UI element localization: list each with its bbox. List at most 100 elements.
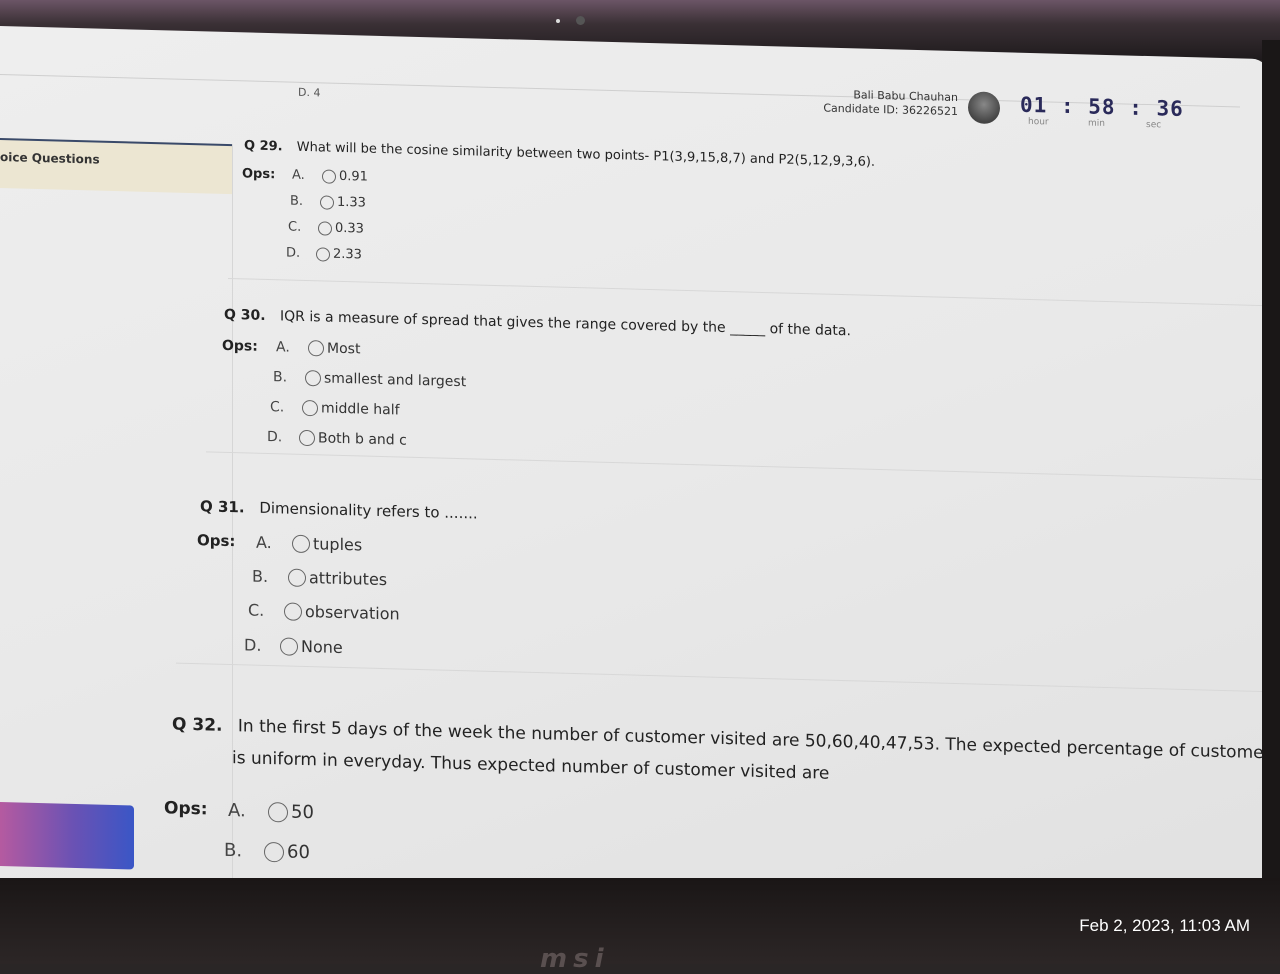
option-letter: B. [290,193,304,209]
question-text: What will be the cosine similarity betwe… [296,139,876,170]
radio-button[interactable] [308,340,324,357]
option-text: 0.91 [339,168,368,185]
option-a[interactable]: A. 0.91 [292,168,368,185]
candidate-avatar [968,91,1000,125]
ops-row: Ops: [197,531,235,550]
option-c[interactable]: C. 0.33 [288,220,364,237]
ops-row: Ops: [164,798,208,819]
question-31: Q 31. Dimensionality refers to ....... [200,497,478,522]
sec-label: sec [1146,120,1162,131]
option-text: 60 [287,841,310,864]
option-text: 1.33 [337,194,366,211]
candidate-info: Bali Babu Chauhan Candidate ID: 36226521 [820,87,958,119]
option-text: attributes [309,568,388,590]
radio-button[interactable] [316,246,330,262]
radio-button[interactable] [280,636,298,656]
sidebar-divider [232,144,233,905]
question-divider [228,277,1268,307]
option-text: 50 [291,801,314,824]
ops-label: Ops: [222,337,258,355]
hour-label: hour [1028,116,1049,128]
option-text: 2.33 [333,246,362,263]
question-30: Q 30. IQR is a measure of spread that gi… [224,307,851,339]
option-d[interactable]: D. None [244,635,343,657]
option-letter: C. [270,399,285,416]
option-text: 0.33 [335,220,364,237]
sidebar-action-button[interactable] [0,802,134,870]
webcam [576,16,585,25]
option-letter: B. [273,369,288,386]
timer-hour: 01 [1020,92,1048,118]
question-text: IQR is a measure of spread that gives th… [280,308,851,340]
option-d[interactable]: D. Both b and c [267,429,407,449]
radio-button[interactable] [299,429,315,447]
question-32-line2: is uniform in everyday. Thus expected nu… [232,748,829,784]
radio-button[interactable] [318,220,332,236]
option-text: smallest and largest [324,370,467,391]
camera-indicator [556,19,560,23]
radio-button[interactable] [268,801,288,823]
option-text: observation [305,601,400,624]
option-a[interactable]: A. 50 [228,800,314,823]
option-a[interactable]: A. Most [276,339,360,357]
ops-label: Ops: [242,166,276,183]
radio-button[interactable] [305,369,321,387]
question-divider [176,662,1270,693]
ops-row: Ops: [222,338,258,355]
radio-button[interactable] [284,601,302,621]
question-number: Q 29. [244,138,283,155]
option-a[interactable]: A. tuples [256,533,362,555]
option-text: Both b and c [318,430,407,449]
option-c[interactable]: C. middle half [270,399,400,418]
timer-sep: : [1129,95,1143,120]
candidate-id: Candidate ID: 36226521 [823,101,958,119]
radio-button[interactable] [288,568,306,587]
radio-button[interactable] [322,168,336,184]
question-number: Q 30. [224,306,266,324]
question-divider [206,451,1270,481]
option-c[interactable]: C. observation [248,600,400,623]
min-label: min [1088,118,1105,129]
option-letter: B. [252,566,269,587]
laptop-bezel-right [1262,40,1280,900]
radio-button[interactable] [292,534,310,553]
option-d[interactable]: D. 2.33 [286,245,362,262]
option-text: Most [327,340,361,358]
exam-screen: D. 4 Bali Babu Chauhan Candidate ID: 362… [0,26,1270,928]
timer-sep: : [1060,93,1075,119]
question-text: Dimensionality refers to ....... [259,498,478,523]
ops-label: Ops: [164,798,208,820]
option-text: tuples [313,534,363,555]
sidebar-section[interactable]: oice Questions [0,138,232,195]
option-letter: D. [286,245,301,261]
option-letter: A. [292,167,305,183]
question-text-line2: is uniform in everyday. Thus expected nu… [232,748,830,784]
option-b[interactable]: B. attributes [252,567,387,590]
question-29: Q 29. What will be the cosine similarity… [244,138,875,170]
option-letter: C. [288,219,302,235]
option-letter: A. [228,799,246,822]
question-number: Q 31. [200,497,245,517]
radio-button[interactable] [320,194,334,210]
option-letter: B. [224,839,243,862]
ops-label: Ops: [197,531,236,551]
option-letter: D. [267,428,283,446]
photo-timestamp: Feb 2, 2023, 11:03 AM [1079,916,1250,935]
option-b[interactable]: B. 1.33 [290,194,366,211]
option-letter: D. [244,635,262,655]
question-number: Q 32. [172,714,223,736]
option-letter: A. [276,339,290,356]
option-text: None [301,636,343,657]
timer-min: 58 [1088,94,1116,120]
radio-button[interactable] [264,841,284,862]
brand-logo: msi [540,944,610,974]
timer-sec: 36 [1156,96,1184,121]
option-letter: C. [248,600,265,620]
option-b[interactable]: B. smallest and largest [273,369,466,390]
option-b[interactable]: B. 60 [224,840,310,863]
sidebar-section-label: oice Questions [0,150,100,167]
radio-button[interactable] [302,399,318,417]
previous-question-cutoff: D. 4 [298,85,321,100]
option-letter: A. [256,532,272,553]
ops-row: Ops: [242,166,275,182]
